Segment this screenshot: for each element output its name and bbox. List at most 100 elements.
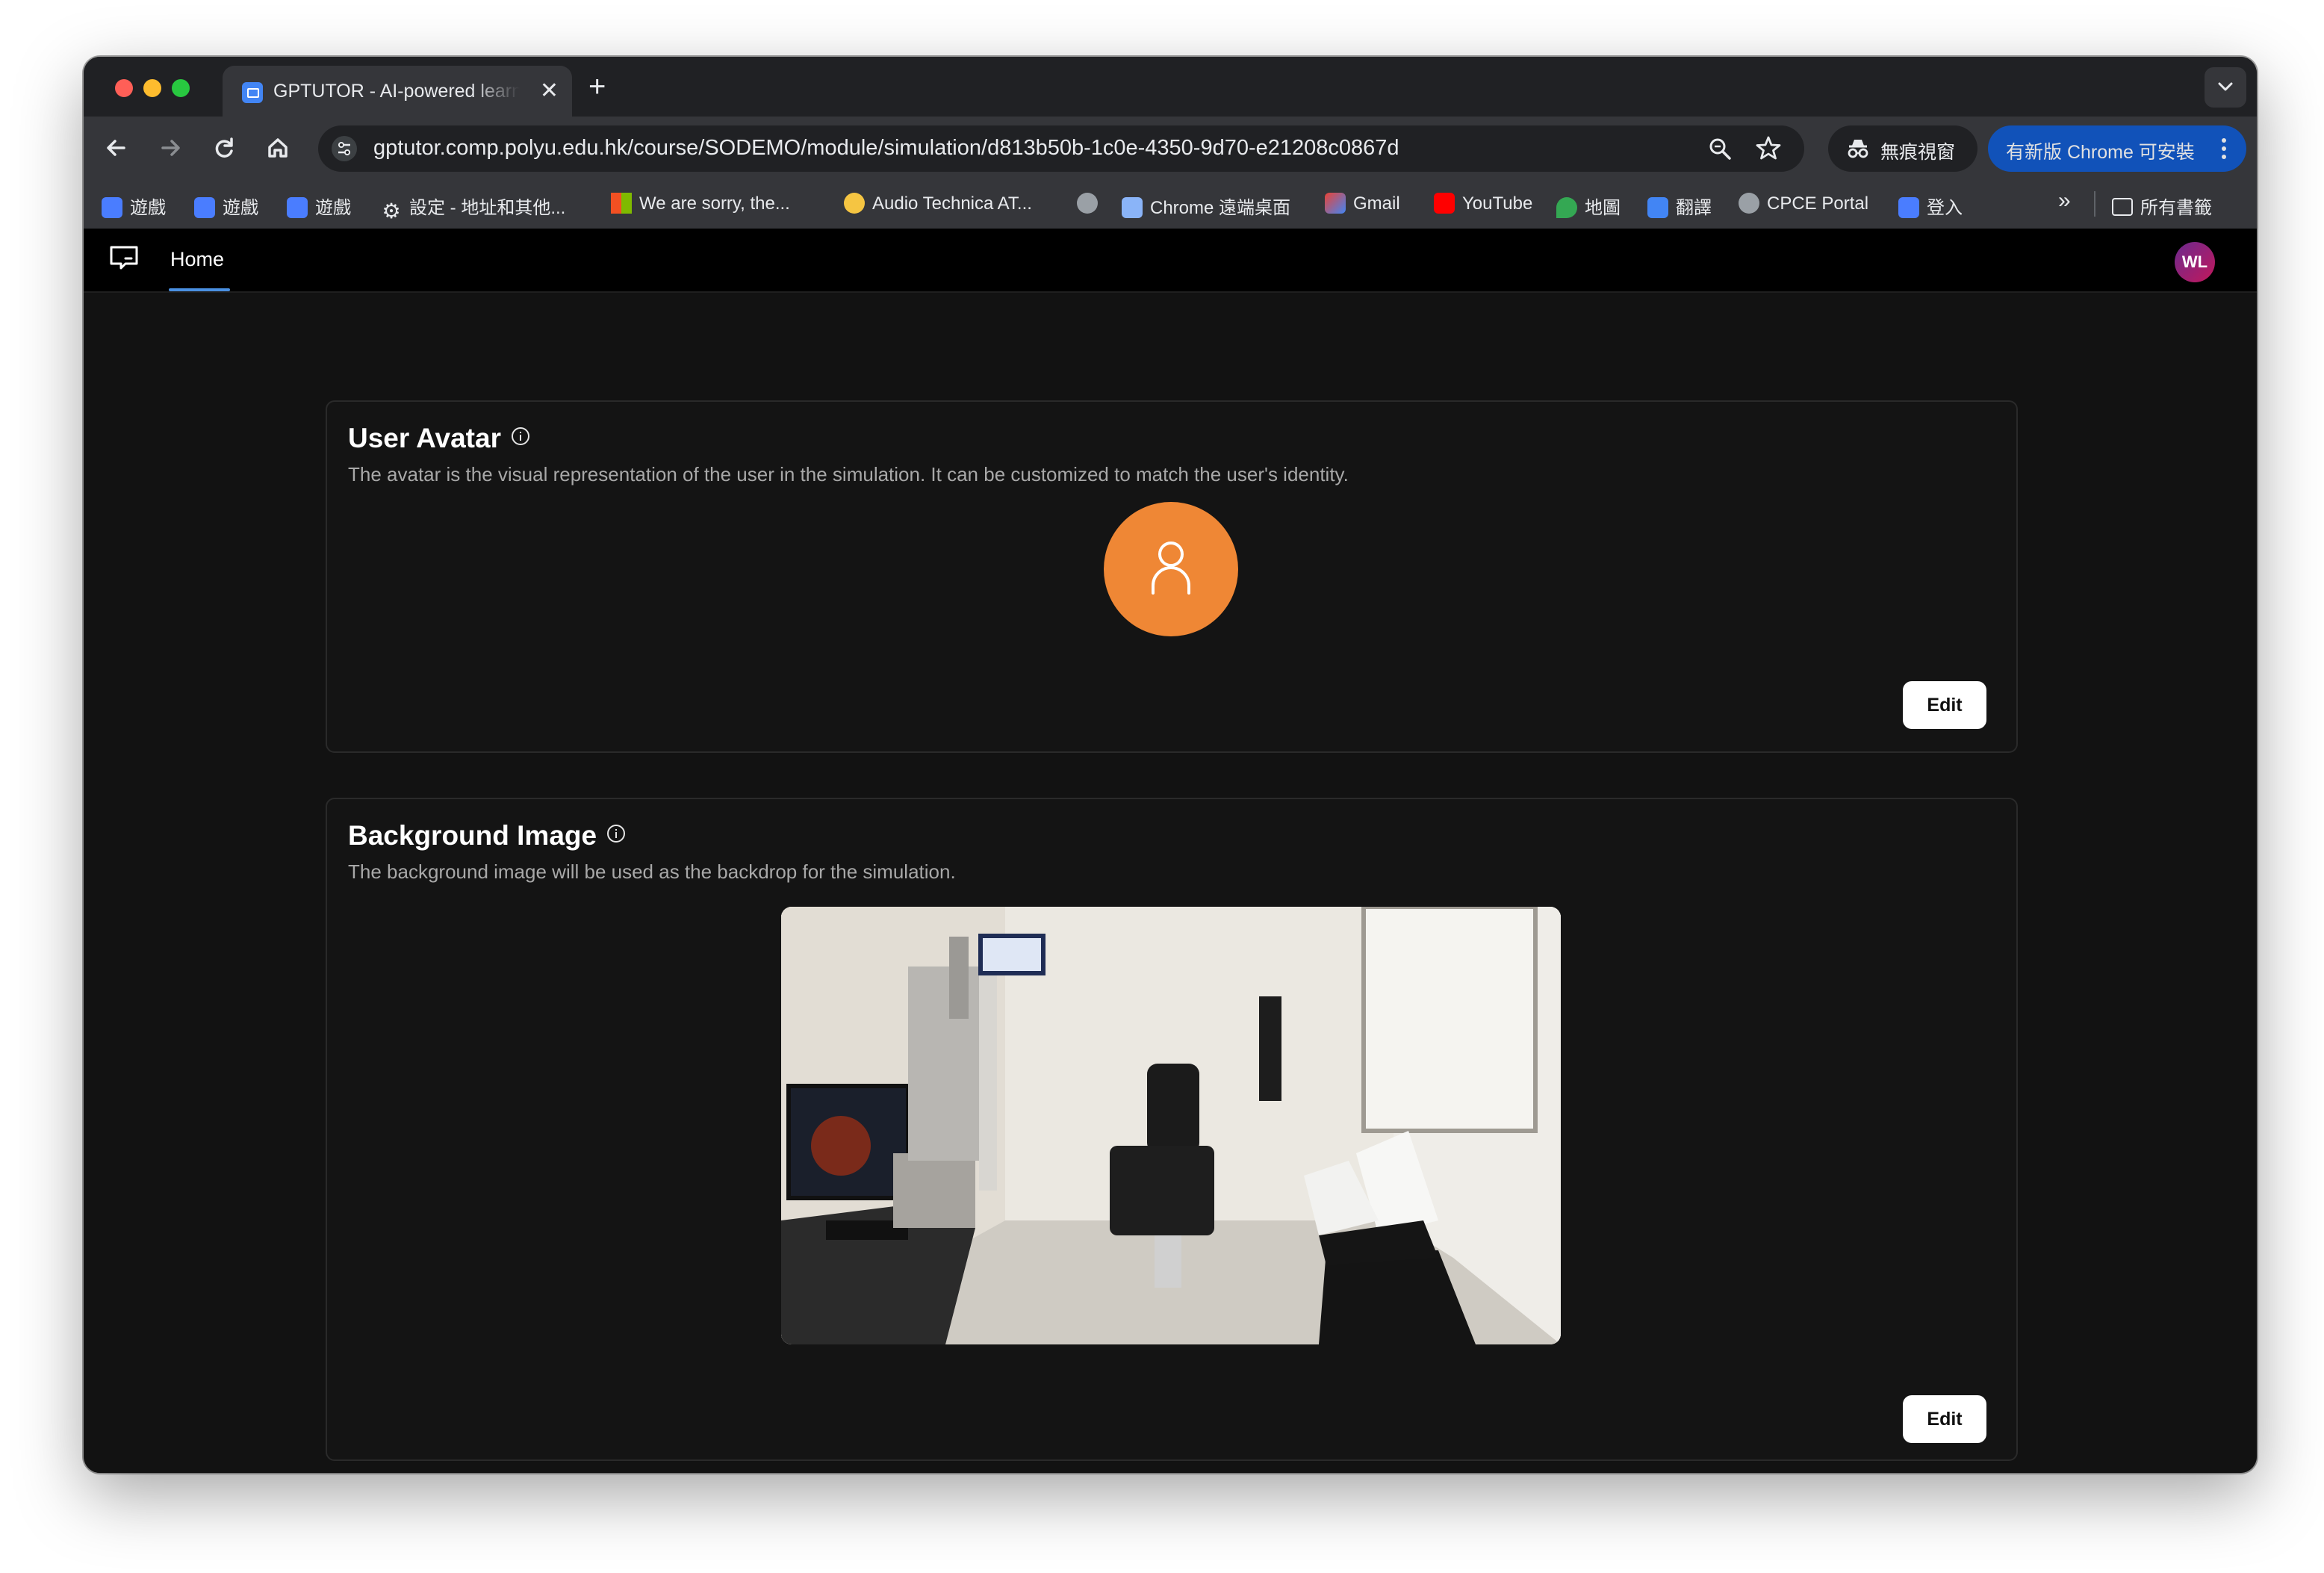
bookmark-item[interactable]: Audio Technica AT... — [844, 193, 1032, 217]
browser-toolbar: gptutor.comp.polyu.edu.hk/course/SODEMO/… — [84, 117, 2257, 179]
main-content: User Avatar The avatar is the visual rep… — [84, 293, 2257, 1473]
update-label: 有新版 Chrome 可安裝 — [2006, 142, 2195, 163]
back-arrow-icon — [107, 140, 125, 156]
bookmark-label: 地圖 — [1585, 198, 1621, 218]
active-tab-indicator — [169, 288, 230, 291]
zoom-icon[interactable] — [1707, 136, 1733, 161]
bookmark-label: 遊戲 — [315, 198, 351, 218]
card-title: User Avatar — [348, 423, 529, 454]
bookmarks-bar: 遊戲 遊戲 遊戲 ⚙ 設定 - 地址和其他... We are sorry, th… — [84, 179, 2257, 229]
info-icon[interactable] — [511, 427, 529, 445]
background-image-title: Background Image — [348, 820, 597, 851]
user-avatar-title: User Avatar — [348, 423, 501, 453]
bookmark-label: 遊戲 — [223, 198, 258, 218]
bookmark-label: 翻譯 — [1676, 198, 1712, 218]
forward-arrow-icon — [161, 140, 180, 156]
card-title: Background Image — [348, 820, 626, 851]
bookmark-item[interactable]: 地圖 — [1556, 193, 1621, 218]
user-avatar-button[interactable]: WL — [2175, 242, 2215, 282]
bookmark-item[interactable]: 遊戲 — [194, 193, 258, 218]
more-bookmarks-button[interactable]: » — [2058, 188, 2071, 213]
back-button[interactable] — [99, 130, 134, 166]
chevron-down-icon — [2218, 82, 2233, 91]
youtube-icon — [1434, 193, 1455, 214]
person-icon — [1152, 542, 1190, 595]
bookmark-item[interactable]: 翻譯 — [1647, 193, 1712, 218]
chat-bubble-icon — [844, 193, 865, 214]
reload-icon — [215, 137, 233, 158]
bookmark-label: YouTube — [1462, 193, 1533, 214]
bookmark-item[interactable]: 登入 — [1898, 193, 1963, 218]
globe-icon — [1739, 193, 1759, 214]
bookmark-item[interactable] — [1077, 193, 1105, 217]
chat-logo-icon[interactable] — [109, 245, 139, 270]
app-icon — [194, 197, 215, 218]
bookmark-label: 設定 - 地址和其他... — [409, 198, 566, 218]
tab-close-icon[interactable]: ✕ — [540, 78, 559, 105]
tab-search-button[interactable] — [2205, 67, 2246, 108]
incognito-icon — [1848, 140, 1868, 158]
browser-tab-active[interactable]: GPTUTOR - AI-powered learn ✕ — [223, 66, 572, 117]
globe-icon — [1077, 193, 1098, 214]
bookmark-label: 所有書籤 — [2140, 198, 2212, 218]
bookmark-item[interactable]: Chrome 遠端桌面 — [1122, 193, 1291, 218]
edit-background-button[interactable]: Edit — [1903, 1395, 1986, 1443]
tab-title: GPTUTOR - AI-powered learn — [273, 81, 520, 102]
app-icon — [1898, 197, 1919, 218]
address-bar[interactable]: gptutor.comp.polyu.edu.hk/course/SODEMO/… — [318, 125, 1804, 172]
gmail-icon — [1325, 193, 1346, 214]
user-avatar-preview — [1104, 502, 1238, 636]
bookmarks-divider — [2094, 191, 2095, 217]
tab-strip: GPTUTOR - AI-powered learn ✕ + — [84, 57, 2257, 117]
new-tab-button[interactable]: + — [588, 70, 606, 103]
close-window-button[interactable] — [115, 79, 133, 97]
user-avatar-description: The avatar is the visual representation … — [348, 463, 1349, 485]
home-icon — [268, 138, 288, 158]
app-header: Home WL — [84, 229, 2257, 293]
background-image-card: Background Image The background image wi… — [326, 798, 2018, 1461]
bookmark-label: Gmail — [1353, 193, 1400, 214]
bookmark-item[interactable]: Gmail — [1325, 193, 1400, 217]
bookmark-item[interactable]: We are sorry, the... — [611, 193, 790, 217]
url-text: gptutor.comp.polyu.edu.hk/course/SODEMO/… — [373, 136, 1399, 160]
microsoft-icon — [611, 193, 632, 214]
bookmark-label: 遊戲 — [130, 198, 166, 218]
bookmark-label: 登入 — [1927, 198, 1963, 218]
bookmark-item[interactable]: ⚙ 設定 - 地址和其他... — [381, 193, 566, 222]
app-icon — [287, 197, 308, 218]
bookmark-item[interactable]: 遊戲 — [102, 193, 166, 218]
tune-icon — [338, 142, 350, 155]
bookmark-item[interactable]: CPCE Portal — [1739, 193, 1868, 217]
background-image-preview — [781, 907, 1561, 1344]
translate-icon — [1647, 197, 1668, 218]
background-image-description: The background image will be used as the… — [348, 860, 956, 883]
remote-desktop-icon — [1122, 197, 1143, 218]
app-icon — [102, 197, 122, 218]
bookmark-label: We are sorry, the... — [639, 193, 790, 214]
site-settings-icon[interactable] — [332, 136, 357, 161]
bookmark-label: CPCE Portal — [1767, 193, 1869, 214]
maximize-window-button[interactable] — [172, 79, 190, 97]
bookmark-star-icon[interactable] — [1755, 134, 1782, 161]
info-icon[interactable] — [607, 825, 626, 843]
maps-icon — [1556, 197, 1577, 218]
edit-avatar-button[interactable]: Edit — [1903, 681, 1986, 729]
exam-room-photo — [781, 907, 1561, 1344]
forward-button[interactable] — [152, 130, 188, 166]
browser-window: GPTUTOR - AI-powered learn ✕ + gptutor.c… — [84, 57, 2257, 1473]
bookmark-item[interactable]: 遊戲 — [287, 193, 351, 218]
gear-icon: ⚙ — [382, 199, 401, 223]
user-avatar-card: User Avatar The avatar is the visual rep… — [326, 400, 2018, 753]
incognito-label: 無痕視窗 — [1880, 142, 1956, 163]
kebab-menu-icon — [2222, 138, 2226, 159]
bookmark-item[interactable]: YouTube — [1434, 193, 1532, 217]
home-button[interactable] — [260, 130, 296, 166]
nav-home-tab[interactable]: Home — [170, 248, 224, 271]
all-bookmarks-button[interactable]: 所有書籤 — [2112, 193, 2212, 218]
bookmark-label: Chrome 遠端桌面 — [1150, 198, 1291, 218]
chrome-update-button[interactable]: 有新版 Chrome 可安裝 — [1988, 125, 2246, 172]
gptutor-favicon-icon — [242, 82, 263, 103]
incognito-indicator[interactable]: 無痕視窗 — [1828, 125, 1977, 172]
minimize-window-button[interactable] — [143, 79, 161, 97]
reload-button[interactable] — [206, 130, 242, 166]
